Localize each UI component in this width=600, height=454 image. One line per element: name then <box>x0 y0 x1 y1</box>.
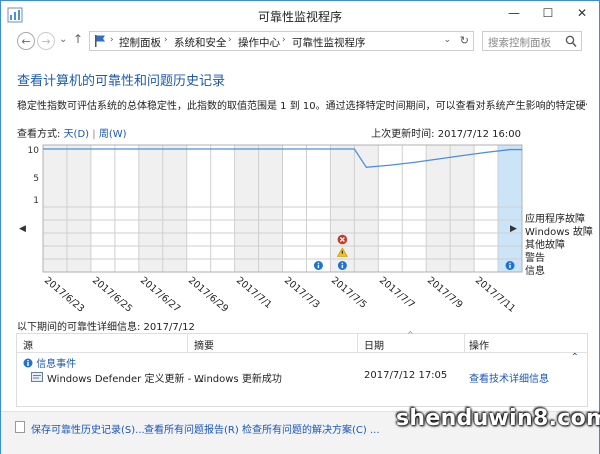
table-row[interactable]: Windows Defender 定义更新 - ... Windows 更新成功… <box>17 370 587 386</box>
column-divider <box>187 334 188 352</box>
breadcrumb-reliability-monitor[interactable]: 可靠性监视程序 <box>292 35 366 50</box>
row-summary: Windows 更新成功 <box>194 374 282 385</box>
maximize-button[interactable]: ☐ <box>531 1 565 25</box>
last-updated: 上次更新时间: 2017/7/12 16:00 <box>371 129 521 140</box>
page-description: 稳定性指数可评估系统的总体稳定性，此指数的取值范围是 1 到 10。通过选择特定… <box>17 101 587 112</box>
view-by-separator: | <box>92 129 96 140</box>
breadcrumb-control-panel[interactable]: 控制面板 <box>119 35 161 50</box>
row-label-information: 信息 <box>525 266 545 277</box>
info-event-icon-glyph <box>341 262 344 264</box>
row-date: 2017/7/12 17:05 <box>364 370 448 381</box>
recent-locations-chevron-icon[interactable]: ⌄ <box>59 34 67 45</box>
search-input[interactable]: 搜索控制面板 <box>488 35 551 50</box>
group-information-events[interactable]: 信息事件 <box>23 355 76 370</box>
view-all-reports-link[interactable]: 查看所有问题报告(R) <box>144 421 239 436</box>
info-event-icon-glyph <box>341 264 344 269</box>
details-table-header: 源 摘要 日期 ^ 操作 <box>17 330 587 353</box>
info-event-icon-glyph <box>509 262 511 264</box>
chart-column-background <box>138 145 163 272</box>
chart-column-background <box>234 145 259 272</box>
scroll-left-arrow-icon[interactable]: ◀ <box>19 224 26 234</box>
back-button[interactable]: ← <box>17 32 35 50</box>
chart-column-background <box>450 145 475 272</box>
chart-column-background <box>426 145 451 272</box>
chart-column-background <box>354 145 379 272</box>
refresh-icon[interactable]: ↻ <box>460 34 469 47</box>
navigation-bar: ← → ⌄ ↑ › 控制面板 › 系统和安全 › 操作中心 › 可靠性监视程序 … <box>1 29 599 55</box>
chart-column-background <box>498 145 522 272</box>
forward-button[interactable]: → <box>37 32 55 50</box>
group-label: 信息事件 <box>36 359 77 370</box>
update-icon <box>31 372 43 382</box>
chart-column-background <box>402 145 427 272</box>
view-by-week-link[interactable]: 周(W) <box>99 129 127 140</box>
reliability-monitor-window: 可靠性监视程序 — ☐ ✕ ← → ⌄ ↑ › 控制面板 › 系统和安全 › 操… <box>0 0 600 454</box>
breadcrumb-separator-icon: › <box>110 35 114 45</box>
search-box[interactable]: 搜索控制面板 <box>482 31 582 51</box>
watermark-text: shenduwin8.com <box>396 406 600 431</box>
breadcrumb-separator-icon: › <box>164 35 168 45</box>
chart-column-background <box>90 145 115 272</box>
column-divider <box>464 334 465 352</box>
chart-column-background <box>282 145 307 272</box>
scroll-right-arrow-icon[interactable]: ▶ <box>510 224 517 234</box>
chart-column-background <box>474 145 499 272</box>
search-icon[interactable] <box>565 35 577 49</box>
collapse-chevron-icon[interactable]: ⌃ <box>571 352 579 363</box>
y-tick-label: 1 <box>33 196 39 206</box>
column-header-source[interactable]: 源 <box>23 337 33 352</box>
row-source: Windows Defender 定义更新 - ... <box>47 374 204 385</box>
info-event-icon-glyph <box>317 262 320 264</box>
chart-column-background <box>162 145 187 272</box>
action-center-flag-icon <box>95 35 105 47</box>
chart-column-background <box>43 145 67 272</box>
save-history-link[interactable]: 保存可靠性历史记录(S)... <box>31 421 145 436</box>
column-header-date[interactable]: 日期 <box>364 337 384 352</box>
details-table: 源 摘要 日期 ^ 操作 信息事件 ⌃ Windows Defender 定义更… <box>16 330 588 407</box>
view-technical-details-link[interactable]: 查看技术详细信息 <box>469 370 549 385</box>
chart-column-background <box>258 145 283 272</box>
check-solutions-link[interactable]: 检查所有问题的解决方案(C) ... <box>242 421 380 436</box>
column-divider <box>357 334 358 352</box>
y-tick-label: 5 <box>33 174 39 184</box>
info-event-icon-glyph <box>317 264 320 269</box>
chart-column-background <box>114 145 139 272</box>
warning-event-icon-glyph <box>341 250 343 254</box>
close-button[interactable]: ✕ <box>565 1 599 25</box>
sort-indicator-icon: ^ <box>407 330 414 339</box>
address-dropdown-icon[interactable]: ⌄ <box>443 35 451 45</box>
breadcrumb-action-center[interactable]: 操作中心 <box>238 35 280 50</box>
info-event-icon-glyph <box>509 264 511 269</box>
up-button[interactable]: ↑ <box>73 32 83 46</box>
details-title: 以下期间的可靠性详细信息: 2017/7/12 <box>17 322 195 333</box>
breadcrumb-separator-icon: › <box>282 35 286 45</box>
info-icon <box>23 358 33 368</box>
title-bar: 可靠性监视程序 — ☐ ✕ <box>1 1 599 29</box>
address-bar[interactable]: › 控制面板 › 系统和安全 › 操作中心 › 可靠性监视程序 ⌄ ↻ <box>89 31 474 51</box>
breadcrumb-system-security[interactable]: 系统和安全 <box>174 35 227 50</box>
view-by-label: 查看方式: <box>17 129 61 140</box>
y-tick-label: 10 <box>28 146 40 156</box>
save-document-icon <box>15 421 25 433</box>
breadcrumb-separator-icon: › <box>228 35 232 45</box>
chart-column-background <box>210 145 235 272</box>
column-header-action[interactable]: 操作 <box>469 337 489 352</box>
chart-column-background <box>66 145 91 272</box>
chart-column-background <box>186 145 211 272</box>
page-title: 查看计算机的可靠性和问题历史记录 <box>17 74 226 89</box>
view-by: 查看方式: 天(D) | 周(W) <box>17 125 127 140</box>
chart-column-background <box>306 145 331 272</box>
view-by-day-link[interactable]: 天(D) <box>64 129 90 140</box>
minimize-button[interactable]: — <box>497 1 531 25</box>
column-header-summary[interactable]: 摘要 <box>194 337 214 352</box>
